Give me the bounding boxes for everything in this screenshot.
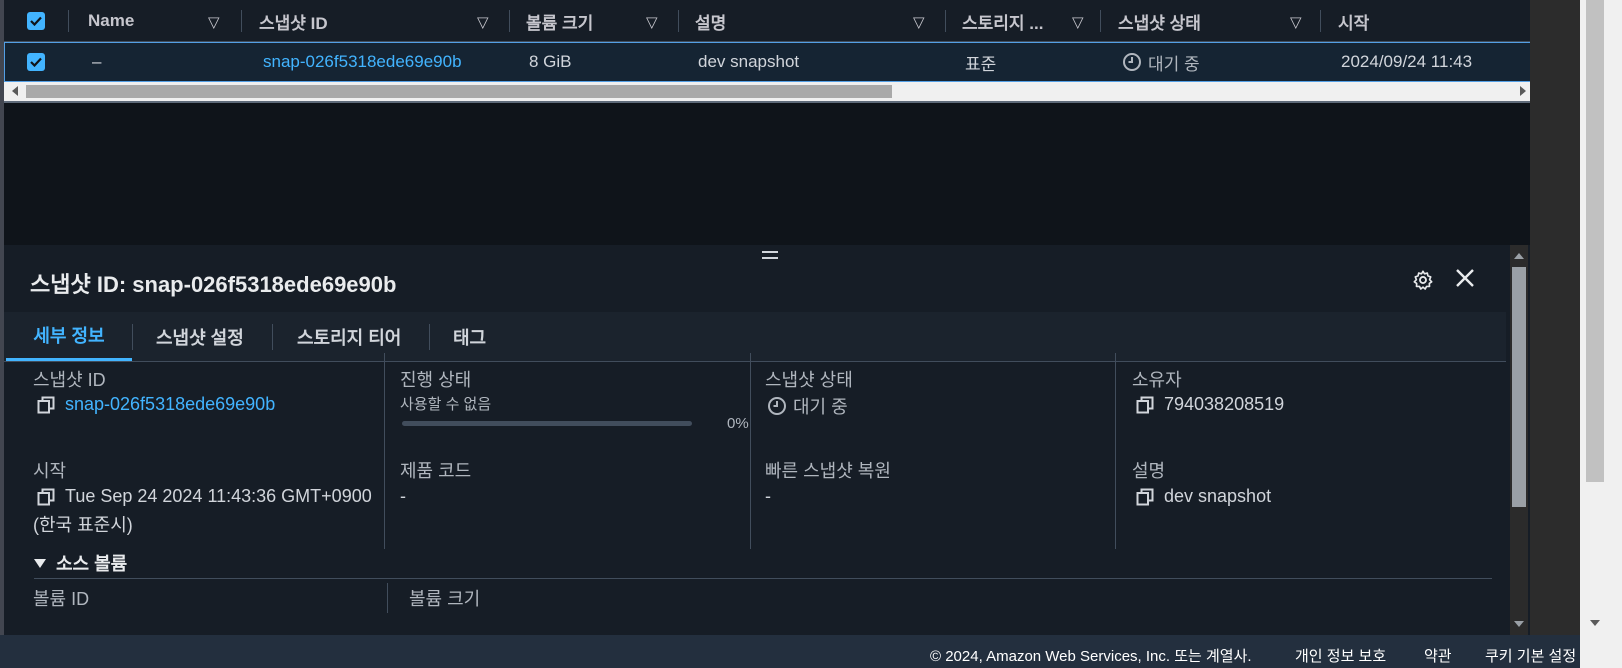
clock-icon xyxy=(767,396,787,416)
detail-panel: 스냅샷 ID: snap-026f5318ede69e90b 세부 정보 스냅샷… xyxy=(0,245,1530,635)
close-icon[interactable] xyxy=(1454,267,1476,294)
column-header-volume-size[interactable]: 볼륨 크기 ▽ xyxy=(512,0,676,42)
source-volume-id-label: 볼륨 ID xyxy=(33,589,90,609)
resize-handle[interactable] xyxy=(762,251,778,261)
scroll-left-icon[interactable] xyxy=(12,86,18,96)
tab-storage-tier[interactable]: 스토리지 티어 xyxy=(297,312,401,361)
tab-snapshot-settings[interactable]: 스냅샷 설정 xyxy=(156,312,244,361)
product-code-label: 제품 코드 xyxy=(400,461,472,481)
cell-description: dev snapshot xyxy=(698,52,800,71)
gear-icon[interactable] xyxy=(1412,269,1434,296)
progress-sub: 사용할 수 없음 xyxy=(400,396,492,413)
footer: © 2024, Amazon Web Services, Inc. 또는 계열사… xyxy=(0,635,1580,668)
cell-snapshot-status: 대기 중 xyxy=(1122,43,1200,81)
column-header-description[interactable]: 설명 ▽ xyxy=(681,0,943,42)
sort-icon[interactable]: ▽ xyxy=(208,13,220,31)
column-volume-size-label: 볼륨 크기 xyxy=(526,13,594,33)
start-label: 시작 xyxy=(33,461,67,481)
copy-icon[interactable] xyxy=(37,488,55,506)
start-value-tz: (한국 표준시) xyxy=(33,515,133,535)
panel-title: 스냅샷 ID: snap-026f5318ede69e90b xyxy=(30,272,397,297)
snapshot-id-link[interactable]: snap-026f5318ede69e90b xyxy=(65,394,275,415)
check-icon xyxy=(30,16,42,26)
caret-down-icon xyxy=(34,558,46,568)
column-status-label: 스냅샷 상태 xyxy=(1118,13,1201,33)
column-header-snapshot-id[interactable]: 스냅샷 ID ▽ xyxy=(245,0,507,42)
fast-restore-label: 빠른 스냅샷 복원 xyxy=(765,461,891,481)
sort-icon[interactable]: ▽ xyxy=(913,13,925,31)
status-text: 대기 중 xyxy=(1148,54,1200,74)
cell-snapshot-id-link[interactable]: snap-026f5318ede69e90b xyxy=(263,43,462,81)
start-text: Tue Sep 24 2024 11:43:36 GMT+0900 xyxy=(65,486,372,506)
source-volume-toggle[interactable]: 소스 볼륨 xyxy=(34,550,127,576)
scroll-down-icon[interactable] xyxy=(1590,620,1600,626)
scrollbar-thumb[interactable] xyxy=(1586,0,1604,482)
terms-link[interactable]: 약관 xyxy=(1424,645,1452,666)
copy-icon[interactable] xyxy=(37,396,55,414)
copy-icon[interactable] xyxy=(1136,396,1154,414)
select-all-checkbox[interactable] xyxy=(27,12,45,30)
sort-icon[interactable]: ▽ xyxy=(1072,13,1084,31)
column-header-start[interactable]: 시작 xyxy=(1324,0,1524,42)
column-start-label: 시작 xyxy=(1338,13,1370,33)
panel-vertical-scrollbar[interactable] xyxy=(1510,245,1528,635)
description-label: 설명 xyxy=(1132,461,1166,481)
cell-storage: 표준 xyxy=(965,54,997,74)
sort-icon[interactable]: ▽ xyxy=(477,13,489,31)
divider xyxy=(4,101,1530,103)
page-vertical-scrollbar[interactable] xyxy=(1580,0,1622,668)
cell-start: 2024/09/24 11:43 xyxy=(1341,52,1473,71)
status-text: 대기 중 xyxy=(793,397,848,417)
start-value: Tue Sep 24 2024 11:43:36 GMT+0900 xyxy=(37,486,372,507)
owner-value: 794038208519 xyxy=(1136,394,1284,415)
tab-bar: 세부 정보 스냅샷 설정 스토리지 티어 태그 xyxy=(4,312,1506,362)
privacy-link[interactable]: 개인 정보 보호 xyxy=(1295,645,1386,666)
horizontal-scrollbar[interactable] xyxy=(4,82,1530,101)
scroll-right-icon[interactable] xyxy=(1520,86,1526,96)
divider xyxy=(34,578,1492,579)
right-gutter xyxy=(1530,0,1580,635)
sort-icon[interactable]: ▽ xyxy=(1290,13,1302,31)
progress-percent: 0% xyxy=(727,415,749,432)
progress-label: 진행 상태 xyxy=(400,370,472,390)
fast-restore-value: - xyxy=(765,486,771,506)
snapshot-id-value: snap-026f5318ede69e90b xyxy=(37,394,275,415)
cookie-preferences-link[interactable]: 쿠키 기본 설정 xyxy=(1485,645,1576,666)
source-volume-title: 소스 볼륨 xyxy=(56,554,128,574)
product-code-value: - xyxy=(400,486,406,506)
column-header-name[interactable]: Name ▽ xyxy=(74,0,240,42)
description-text: dev snapshot xyxy=(1164,486,1272,506)
tab-tags[interactable]: 태그 xyxy=(453,312,486,361)
snapshot-id-label: 스냅샷 ID xyxy=(33,370,106,390)
cell-name: – xyxy=(92,52,102,71)
snapshot-table: Name ▽ 스냅샷 ID ▽ 볼륨 크기 ▽ 설명 ▽ 스토리지 ... ▽ … xyxy=(0,0,1530,245)
table-header: Name ▽ 스냅샷 ID ▽ 볼륨 크기 ▽ 설명 ▽ 스토리지 ... ▽ … xyxy=(4,0,1530,42)
column-description-label: 설명 xyxy=(695,13,727,33)
scrollbar-thumb[interactable] xyxy=(1512,267,1526,507)
copy-icon[interactable] xyxy=(1136,488,1154,506)
row-checkbox[interactable] xyxy=(27,53,45,71)
column-header-snapshot-status[interactable]: 스냅샷 상태 ▽ xyxy=(1104,0,1318,42)
source-volume-size-label: 볼륨 크기 xyxy=(409,589,481,609)
description-value: dev snapshot xyxy=(1136,486,1271,507)
scrollbar-thumb[interactable] xyxy=(26,85,892,98)
table-row[interactable]: – snap-026f5318ede69e90b 8 GiB dev snaps… xyxy=(4,42,1530,82)
sort-icon[interactable]: ▽ xyxy=(646,13,658,31)
tab-details[interactable]: 세부 정보 xyxy=(6,312,132,361)
scroll-up-icon[interactable] xyxy=(1514,253,1524,259)
check-icon xyxy=(30,57,42,67)
column-storage-label: 스토리지 ... xyxy=(962,13,1044,33)
owner-label: 소유자 xyxy=(1132,370,1182,390)
column-header-storage-tier[interactable]: 스토리지 ... ▽ xyxy=(948,0,1098,42)
scroll-down-icon[interactable] xyxy=(1514,621,1524,627)
snapshot-status-label: 스냅샷 상태 xyxy=(765,370,853,390)
column-name-label: Name xyxy=(88,11,135,30)
snapshot-status-value: 대기 중 xyxy=(767,393,848,419)
progress-bar xyxy=(402,421,692,426)
cell-volume-size: 8 GiB xyxy=(529,52,572,71)
clock-icon xyxy=(1122,52,1142,72)
copyright-text: © 2024, Amazon Web Services, Inc. 또는 계열사… xyxy=(930,648,1252,665)
owner-text: 794038208519 xyxy=(1164,394,1285,414)
column-snapshot-id-label: 스냅샷 ID xyxy=(259,13,328,33)
